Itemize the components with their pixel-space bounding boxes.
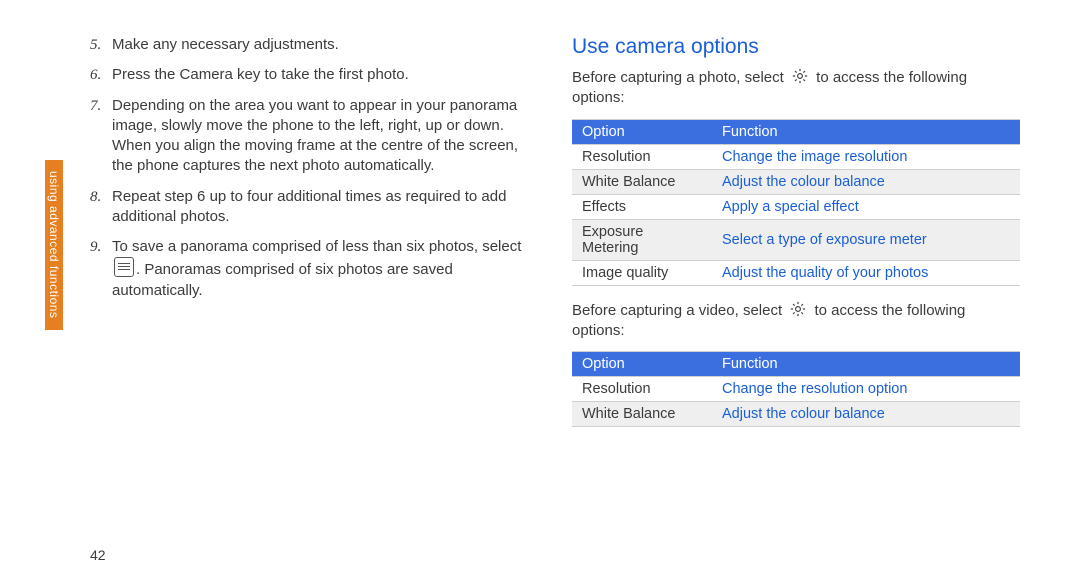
cell-option: White Balance [572,169,712,194]
step-number: 8. [90,187,112,228]
step-7: 7. Depending on the area you want to app… [90,96,538,177]
th-option: Option [572,352,712,377]
right-column: Use camera options Before capturing a ph… [572,35,1020,441]
cell-function: Adjust the colour balance [712,402,1020,427]
step-6: 6. Press the Camera key to take the firs… [90,65,538,85]
step-number: 7. [90,96,112,177]
sidebar-tab: using advanced functions [45,160,63,330]
th-option: Option [572,119,712,144]
cell-function: Adjust the colour balance [712,169,1020,194]
step-text: Make any necessary adjustments. [112,35,538,55]
step-9: 9. To save a panorama comprised of less … [90,237,538,301]
table-row: White Balance Adjust the colour balance [572,169,1020,194]
gear-icon [790,67,810,85]
step-text: To save a panorama comprised of less tha… [112,237,538,301]
manual-page: using advanced functions 5. Make any nec… [0,0,1080,585]
video-options-table: Option Function Resolution Change the re… [572,351,1020,427]
step-text: Press the Camera key to take the first p… [112,65,538,85]
cell-option: Effects [572,194,712,219]
section-heading: Use camera options [572,35,1020,59]
two-column-layout: 5. Make any necessary adjustments. 6. Pr… [90,35,1020,441]
step-text: Repeat step 6 up to four additional time… [112,187,538,228]
photo-options-table: Option Function Resolution Change the im… [572,119,1020,286]
panorama-save-icon [114,257,134,277]
panorama-steps-list: 5. Make any necessary adjustments. 6. Pr… [90,35,538,301]
left-column: 5. Make any necessary adjustments. 6. Pr… [90,35,538,441]
sidebar-label: using advanced functions [47,171,61,318]
page-number: 42 [90,547,106,563]
table-header-row: Option Function [572,352,1020,377]
table-row: Effects Apply a special effect [572,194,1020,219]
cell-option: Resolution [572,144,712,169]
table-row: Exposure Metering Select a type of expos… [572,219,1020,260]
photo-options-intro: Before capturing a photo, select to acce… [572,67,1020,109]
th-function: Function [712,352,1020,377]
step-text-pre: To save a panorama comprised of less tha… [112,238,521,255]
step-text-post: . Panoramas comprised of six photos are … [112,261,453,298]
step-text: Depending on the area you want to appear… [112,96,538,177]
step-number: 9. [90,237,112,301]
step-8: 8. Repeat step 6 up to four additional t… [90,187,538,228]
table-header-row: Option Function [572,119,1020,144]
table-row: Resolution Change the image resolution [572,144,1020,169]
step-number: 5. [90,35,112,55]
cell-function: Apply a special effect [712,194,1020,219]
th-function: Function [712,119,1020,144]
cell-option: Image quality [572,260,712,285]
table-row: Image quality Adjust the quality of your… [572,260,1020,285]
cell-function: Change the image resolution [712,144,1020,169]
gear-icon [788,300,808,318]
table-row: White Balance Adjust the colour balance [572,402,1020,427]
cell-option: White Balance [572,402,712,427]
table-row: Resolution Change the resolution option [572,377,1020,402]
step-number: 6. [90,65,112,85]
cell-option: Exposure Metering [572,219,712,260]
cell-function: Adjust the quality of your photos [712,260,1020,285]
cell-function: Change the resolution option [712,377,1020,402]
cell-option: Resolution [572,377,712,402]
cell-function: Select a type of exposure meter [712,219,1020,260]
step-5: 5. Make any necessary adjustments. [90,35,538,55]
intro-pre: Before capturing a video, select [572,302,786,319]
video-options-intro: Before capturing a video, select to acce… [572,300,1020,342]
intro-pre: Before capturing a photo, select [572,69,788,86]
